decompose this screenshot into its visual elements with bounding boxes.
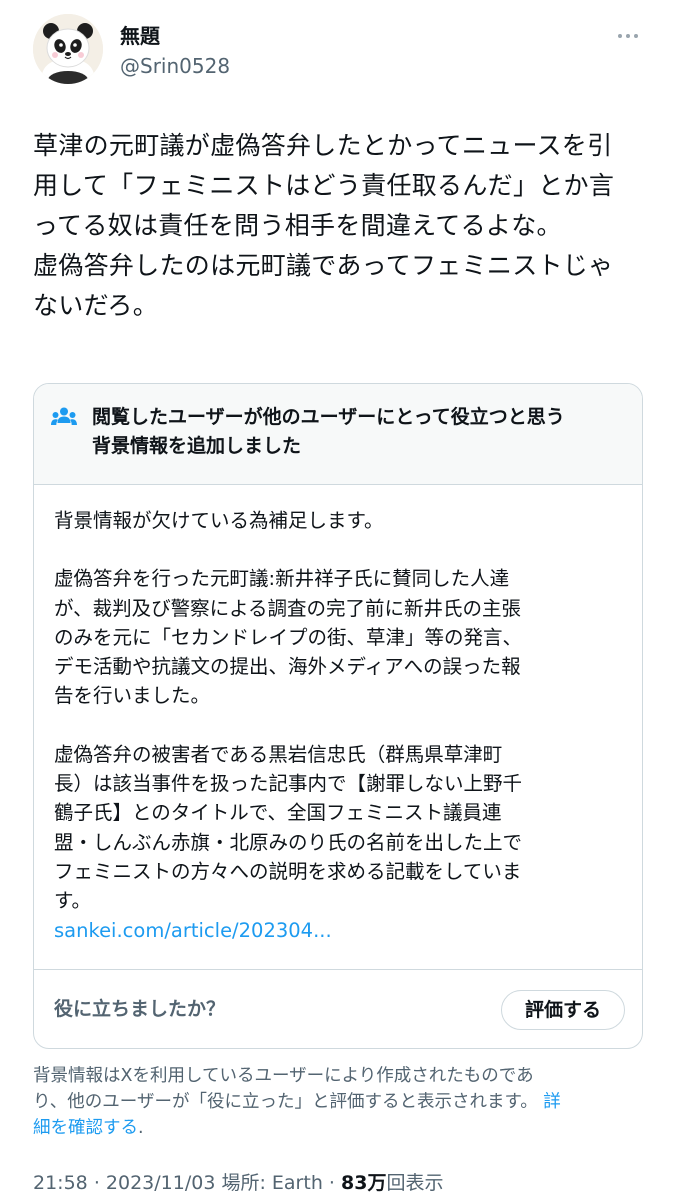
note-body-line: 鶴子氏】とのタイトルで、全国フェミニスト議員連	[54, 801, 502, 825]
tweet-meta: 21:58 · 2023/11/03 場所: Earth · 83万回表示	[33, 1170, 443, 1196]
note-disclaimer: 背景情報はXを利用しているユーザーにより作成されたものであ り、他のユーザーが「…	[33, 1063, 648, 1141]
views-label: 回表示	[386, 1172, 444, 1194]
learn-more-link[interactable]: 詳	[543, 1092, 561, 1112]
tweet-text: 草津の元町議が虚偽答弁したとかってニュースを引 用して「フェミニストはどう責任取…	[33, 126, 648, 326]
note-body-line: 告を行いました。	[54, 684, 211, 708]
note-body-line: 長）は該当事件を扱った記事内で【謝罪しない上野千	[54, 772, 523, 796]
community-note-body: 背景情報が欠けている為補足します。 虚偽答弁を行った元町議:新井祥子氏に賛同した…	[54, 506, 629, 945]
community-note-title-line: 背景情報を追加しました	[92, 435, 302, 457]
community-note-header: 閲覧したユーザーが他のユーザーにとって役立つと思う 背景情報を追加しました	[34, 384, 642, 485]
disclaimer-period: .	[138, 1118, 144, 1138]
note-body-line: 背景情報が欠けている為補足します。	[54, 509, 384, 532]
tweet-text-line: 草津の元町議が虚偽答弁したとかってニュースを引	[33, 131, 613, 160]
note-body-line: 盟・しんぶん赤旗・北原みのり氏の名前を出した上で	[54, 830, 523, 854]
note-body-line: フェミニストの方々への説明を求める記載をしていま	[54, 859, 522, 883]
tweet-header: 無題 @Srin0528	[0, 0, 677, 100]
source-link[interactable]: sankei.com/article/202304...	[54, 919, 332, 942]
note-body-line: のみを元に「セカンドレイプの街、草津」等の発言、	[54, 625, 523, 649]
note-body-line: が、裁判及び警察による調査の完了前に新井氏の主張	[54, 596, 522, 620]
tweet-text-line: ってる奴は責任を問う相手を間違えてるよな。	[33, 211, 562, 240]
tweet-time[interactable]: 21:58	[33, 1172, 88, 1194]
more-options-icon[interactable]	[612, 24, 644, 48]
learn-more-link-cont[interactable]: 細を確認する	[33, 1118, 138, 1138]
note-body-line: 虚偽答弁の被害者である黒岩信忠氏（群馬県草津町	[54, 742, 503, 766]
community-note: 閲覧したユーザーが他のユーザーにとって役立つと思う 背景情報を追加しました 背景…	[33, 383, 643, 1049]
author-display-name[interactable]: 無題	[120, 24, 160, 48]
rate-button[interactable]: 評価する	[501, 990, 625, 1030]
tweet-date[interactable]: 2023/11/03	[106, 1172, 216, 1194]
helpful-question: 役に立ちましたか？	[54, 998, 226, 1020]
views-count: 83万	[341, 1172, 387, 1194]
disclaimer-line: り、他のユーザーが「役に立った」と評価すると表示されます。	[33, 1092, 538, 1112]
disclaimer-line: 背景情報はXを利用しているユーザーにより作成されたものであ	[33, 1066, 534, 1086]
note-body-line: す。	[54, 889, 92, 913]
community-note-footer: 役に立ちましたか？ 評価する	[34, 969, 642, 1048]
people-icon	[51, 407, 77, 425]
tweet-text-line: 用して「フェミニストはどう責任取るんだ」とか言	[33, 171, 615, 200]
tweet-text-line: 虚偽答弁したのは元町議であってフェミニストじゃ	[33, 251, 614, 280]
tweet-location: 場所: Earth	[221, 1172, 323, 1194]
community-note-title-line: 閲覧したユーザーが他のユーザーにとって役立つと思う	[92, 406, 565, 428]
separator: ·	[328, 1172, 335, 1194]
tweet-text-line: ないだろ。	[33, 291, 159, 320]
community-note-title: 閲覧したユーザーが他のユーザーにとって役立つと思う 背景情報を追加しました	[92, 403, 632, 461]
separator: ·	[93, 1172, 100, 1194]
note-body-line: 虚偽答弁を行った元町議:新井祥子氏に賛同した人達	[54, 567, 510, 591]
author-handle[interactable]: @Srin0528	[120, 54, 230, 78]
note-body-line: デモ活動や抗議文の提出、海外メディアへの誤った報	[54, 655, 521, 679]
panda-avatar-icon[interactable]	[33, 14, 103, 84]
